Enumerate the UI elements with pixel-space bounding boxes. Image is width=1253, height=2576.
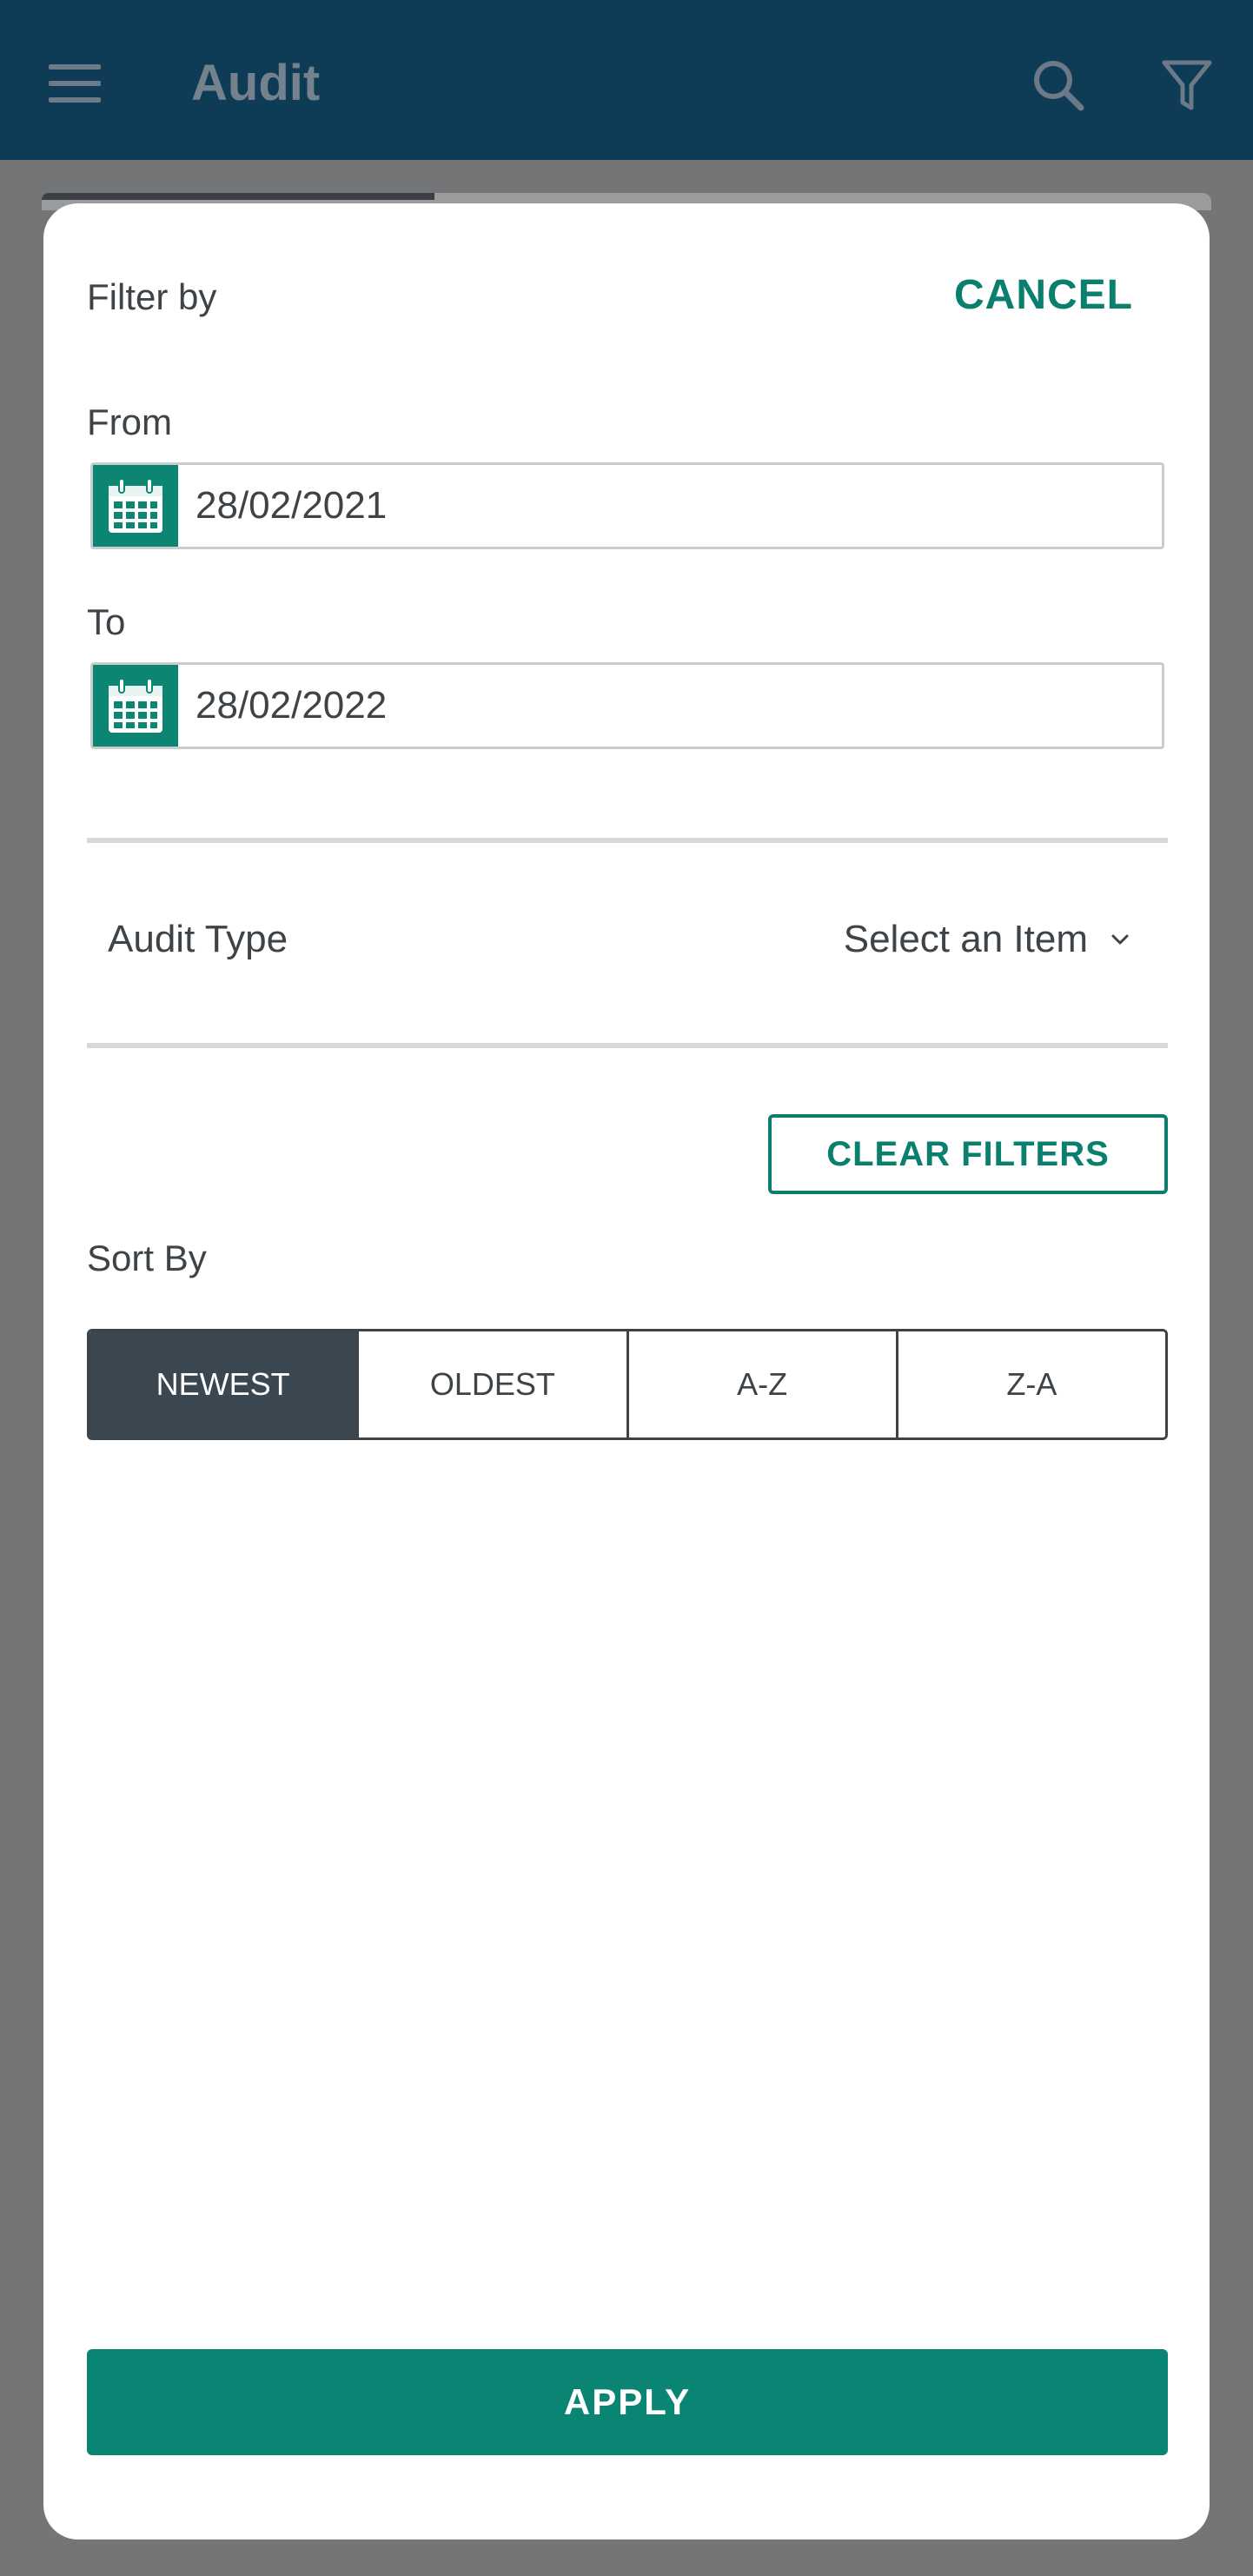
search-icon[interactable] <box>1031 57 1086 113</box>
sort-option-z-a[interactable]: Z-A <box>895 1331 1165 1437</box>
audit-type-select[interactable]: Select an Item <box>844 918 1130 961</box>
hamburger-menu-icon[interactable] <box>49 64 101 103</box>
audit-type-label: Audit Type <box>108 918 288 960</box>
background-active-tab-indicator <box>42 193 434 200</box>
sort-option-newest[interactable]: NEWEST <box>90 1331 357 1437</box>
filter-funnel-icon[interactable] <box>1161 57 1213 113</box>
from-date-value: 28/02/2021 <box>196 484 388 527</box>
apply-button[interactable]: APPLY <box>87 2349 1168 2455</box>
app-bar: Audit <box>0 0 1253 160</box>
divider <box>87 1043 1168 1048</box>
chevron-down-icon <box>1111 934 1129 945</box>
to-date-field[interactable]: 28/02/2022 <box>90 662 1164 749</box>
from-date-field[interactable]: 28/02/2021 <box>90 462 1164 549</box>
audit-type-selected-value: Select an Item <box>843 918 1088 960</box>
filter-modal: Filter by CANCEL From 28/02/2021 To 28/0… <box>43 203 1210 2539</box>
filter-heading: Filter by <box>87 276 217 317</box>
clear-filters-button[interactable]: CLEAR FILTERS <box>768 1114 1168 1194</box>
sort-option-a-z[interactable]: A-Z <box>626 1331 896 1437</box>
to-date-value: 28/02/2022 <box>196 684 388 727</box>
divider <box>87 838 1168 843</box>
sort-by-label: Sort By <box>87 1238 207 1278</box>
filter-modal-content: Filter by CANCEL From 28/02/2021 To 28/0… <box>87 203 1168 2539</box>
page-title: Audit <box>191 55 321 111</box>
calendar-icon[interactable] <box>93 465 178 547</box>
cancel-button[interactable]: CANCEL <box>954 271 1133 319</box>
to-label: To <box>87 601 126 642</box>
from-label: From <box>87 402 172 442</box>
sort-segmented-control: NEWEST OLDEST A-Z Z-A <box>87 1329 1168 1440</box>
sort-option-oldest[interactable]: OLDEST <box>356 1331 626 1437</box>
calendar-icon[interactable] <box>93 665 178 747</box>
